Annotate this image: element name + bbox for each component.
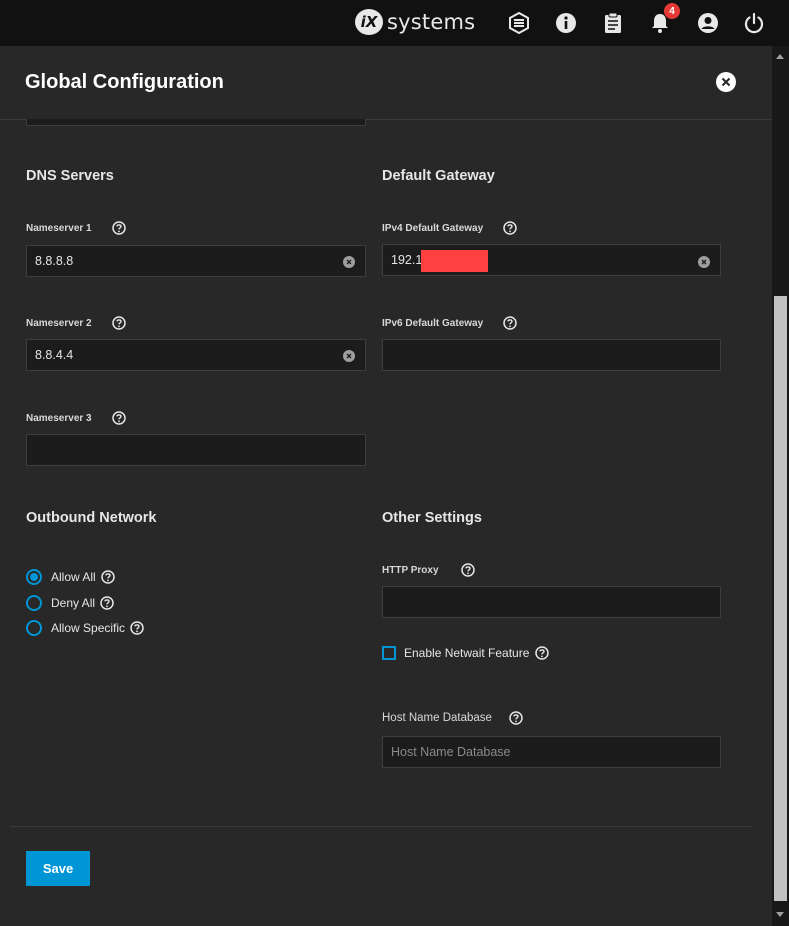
nameserver-2-input[interactable] (26, 339, 366, 371)
nameserver-3-label: Nameserver 3 (26, 411, 126, 425)
radio-button[interactable] (26, 569, 42, 585)
help-icon[interactable] (535, 646, 550, 660)
help-icon[interactable] (503, 221, 517, 235)
nameserver-1-input[interactable] (26, 245, 366, 277)
http-proxy-input[interactable] (382, 586, 721, 618)
scroll-up-icon[interactable] (776, 54, 784, 59)
nameserver-1-label-text: Nameserver 1 (26, 222, 92, 234)
clear-icon[interactable] (698, 256, 710, 268)
notification-badge: 4 (664, 3, 680, 19)
scrolled-field-remnant (26, 119, 366, 126)
help-icon[interactable] (460, 563, 475, 577)
scroll-thumb[interactable] (774, 296, 787, 901)
host-name-database-input[interactable] (382, 736, 721, 768)
radio-label: Allow Specific (51, 621, 126, 635)
help-icon[interactable] (111, 221, 126, 235)
radio-button[interactable] (26, 620, 42, 636)
nameserver-3-input[interactable] (26, 434, 366, 466)
radio-allow-specific[interactable]: Allow Specific (26, 620, 144, 636)
ipv4-gateway-label: IPv4 Default Gateway (382, 221, 517, 235)
ixsystems-logo[interactable]: iX systems (355, 9, 475, 35)
ipv6-gateway-label-text: IPv6 Default Gateway (382, 317, 484, 329)
other-settings-heading: Other Settings (382, 510, 482, 526)
ix-logo-mark: iX (355, 9, 383, 35)
clear-icon[interactable] (343, 256, 355, 268)
logo-text: systems (387, 10, 476, 34)
default-gateway-heading: Default Gateway (382, 168, 495, 184)
host-name-database-label-text: Host Name Database (382, 712, 492, 724)
ipv4-gateway-label-text: IPv4 Default Gateway (382, 222, 484, 234)
radio-selected-dot (30, 573, 38, 581)
footer-divider (10, 826, 752, 827)
host-name-database-label: Host Name Database (382, 711, 523, 725)
help-icon[interactable] (130, 621, 144, 635)
close-icon (721, 77, 731, 87)
save-button[interactable]: Save (26, 851, 90, 886)
outbound-network-heading: Outbound Network (26, 510, 157, 526)
nameserver-3-label-text: Nameserver 3 (26, 412, 92, 424)
nameserver-2-label-text: Nameserver 2 (26, 317, 92, 329)
nameserver-2-label: Nameserver 2 (26, 316, 126, 330)
help-icon[interactable] (100, 596, 114, 610)
radio-button[interactable] (26, 595, 42, 611)
scroll-down-icon[interactable] (776, 912, 784, 917)
redaction-block (421, 250, 488, 272)
help-icon[interactable] (503, 316, 517, 330)
help-icon[interactable] (111, 316, 126, 330)
ipv6-gateway-label: IPv6 Default Gateway (382, 316, 517, 330)
http-proxy-label-text: HTTP Proxy (382, 564, 439, 576)
netwait-label: Enable Netwait Feature (404, 646, 530, 660)
nameserver-1-label: Nameserver 1 (26, 221, 126, 235)
netwait-checkbox[interactable] (382, 646, 396, 660)
radio-allow-all[interactable]: Allow All (26, 569, 115, 585)
radio-label: Allow All (51, 570, 96, 584)
power-icon[interactable] (742, 11, 766, 35)
info-icon[interactable] (554, 11, 578, 35)
ipv6-gateway-input[interactable] (382, 339, 721, 371)
help-icon[interactable] (100, 570, 115, 584)
top-bar: iX systems 4 (0, 0, 789, 46)
dns-servers-heading: DNS Servers (26, 168, 114, 184)
truecommand-icon[interactable] (507, 11, 531, 35)
close-button[interactable] (716, 72, 736, 92)
radio-deny-all[interactable]: Deny All (26, 595, 114, 611)
help-icon[interactable] (111, 411, 126, 425)
global-configuration-dialog: Global Configuration DNS Servers Nameser… (0, 46, 772, 926)
help-icon[interactable] (509, 711, 523, 725)
radio-label: Deny All (51, 596, 96, 610)
http-proxy-label: HTTP Proxy (382, 563, 475, 577)
dialog-title: Global Configuration (25, 71, 224, 93)
scrollbar[interactable] (772, 46, 789, 926)
clear-icon[interactable] (343, 350, 355, 362)
account-icon[interactable] (696, 11, 720, 35)
netwait-checkbox-row[interactable]: Enable Netwait Feature (382, 646, 550, 660)
clipboard-icon[interactable] (601, 11, 625, 35)
